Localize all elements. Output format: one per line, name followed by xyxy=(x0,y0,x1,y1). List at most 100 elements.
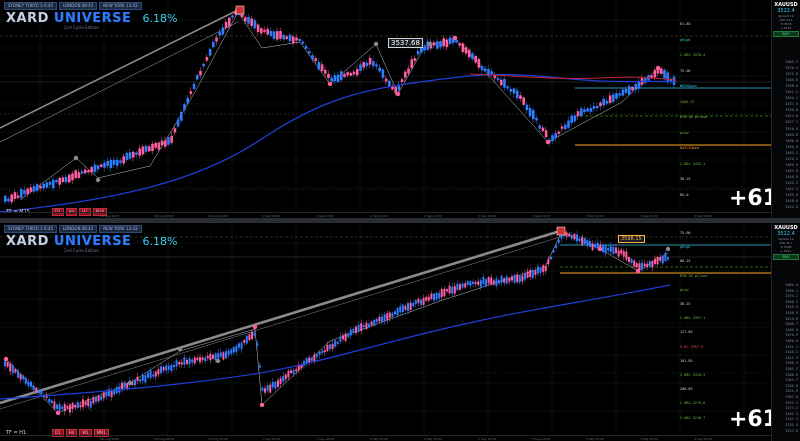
candle xyxy=(157,142,161,150)
time-tick: 3 Sep 20:00 xyxy=(640,437,659,441)
candle xyxy=(93,164,97,172)
chart-pane-m15[interactable]: SYDNEY TOKYO 1-0:45 LONDON 08:43 NEW YOR… xyxy=(0,0,800,218)
price-tick: 3435.6 xyxy=(785,193,798,198)
candle xyxy=(138,148,141,156)
brand-header: XARD UNIVERSE 6.18% 2nd Cycle Edition xyxy=(6,7,177,30)
candle xyxy=(76,401,79,408)
candle xyxy=(576,111,580,117)
candle xyxy=(458,43,461,46)
candle xyxy=(248,334,251,341)
candle xyxy=(321,350,324,354)
candle xyxy=(26,188,29,195)
candle xyxy=(77,172,81,179)
chart-pane-h1[interactable]: SYDNEY TOKYO 1-0:45 LONDON 08:43 NEW YOR… xyxy=(0,223,800,441)
candle xyxy=(178,362,181,365)
candle xyxy=(451,286,454,294)
candle xyxy=(230,349,233,354)
level-tag: 61.85 xyxy=(680,22,691,26)
candle xyxy=(186,97,189,104)
price-tick: 3426.2 xyxy=(785,350,798,355)
candle xyxy=(176,119,180,127)
candle xyxy=(413,58,417,61)
candle xyxy=(570,235,573,239)
candle xyxy=(266,385,269,392)
price-chart-h1[interactable] xyxy=(0,223,772,441)
candle xyxy=(461,283,464,288)
candle xyxy=(301,41,305,44)
candle xyxy=(141,375,144,381)
price-tick: 3476.4 xyxy=(785,156,798,161)
candle xyxy=(407,303,409,311)
candle xyxy=(279,31,282,39)
candle xyxy=(167,365,170,370)
brand-percent: 6.18% xyxy=(142,12,178,25)
price-tick: 3456.0 xyxy=(785,339,798,343)
candle xyxy=(455,40,458,43)
price-tick: 3366.6 xyxy=(785,372,798,377)
price-tick: 3428.8 xyxy=(785,199,798,204)
signal-chip[interactable]: BUY xyxy=(773,254,799,260)
price-tick: 3530.8 xyxy=(785,108,798,113)
price-axis[interactable]: 3605.0 3590.1 3575.2 3560.3 3545.4 3530.5 3515… xyxy=(771,223,800,441)
swing-point xyxy=(215,358,221,364)
swing-point xyxy=(327,81,333,87)
candle xyxy=(646,263,649,268)
candle xyxy=(612,94,615,102)
candle xyxy=(160,140,164,146)
candle xyxy=(386,313,389,320)
candle xyxy=(347,333,350,337)
candle xyxy=(414,300,417,305)
candle xyxy=(311,55,314,60)
price-tick: 3510.4 xyxy=(785,126,798,131)
price-tick: 3571.6 xyxy=(785,72,798,77)
candle xyxy=(136,376,139,382)
price-tick: 3456.0 xyxy=(785,174,798,179)
candle xyxy=(282,34,285,40)
candle xyxy=(79,404,82,408)
brand-logo: XARD UNIVERSE xyxy=(6,11,132,26)
candle xyxy=(122,156,125,164)
candle xyxy=(343,73,346,77)
brand-header: XARD UNIVERSE 6.18% 2nd Cycle Edition xyxy=(6,230,177,253)
candle xyxy=(339,336,342,342)
level-tag: WEEKOpen xyxy=(680,84,697,88)
candle xyxy=(498,280,500,284)
candle xyxy=(615,247,617,253)
candle xyxy=(656,70,660,74)
candle xyxy=(480,66,484,71)
candle xyxy=(333,75,337,82)
candle xyxy=(391,86,394,90)
candle xyxy=(344,333,347,341)
price-axis[interactable]: 3585.2 3578.4 3571.6 3564.8 3558.0 3551.2 3544… xyxy=(771,0,800,218)
level-tag: 88.25 xyxy=(680,259,691,264)
info-line: L 3479 xyxy=(780,26,792,30)
candle xyxy=(583,238,586,244)
signal-chip[interactable]: BUY xyxy=(773,31,799,37)
candle xyxy=(404,71,407,78)
candle xyxy=(170,364,173,372)
price-tick: 3585.2 xyxy=(785,60,798,64)
level-tag: 127.85 xyxy=(680,330,693,335)
candle xyxy=(433,293,435,301)
candle xyxy=(362,324,365,328)
brand-percent: 6.18% xyxy=(142,235,178,248)
candle xyxy=(430,293,433,300)
candle xyxy=(90,166,93,173)
candle xyxy=(189,91,193,95)
candle xyxy=(39,185,42,189)
candle xyxy=(6,362,9,367)
candle xyxy=(625,251,628,260)
candle xyxy=(552,249,555,253)
candle xyxy=(573,233,576,240)
candle xyxy=(359,64,362,71)
candle xyxy=(591,243,594,250)
price-chart-m15[interactable] xyxy=(0,0,772,218)
level-tag: 2.88% 3578.4 xyxy=(680,53,706,57)
candle xyxy=(505,276,508,284)
candle xyxy=(609,245,612,252)
price-tick: 3262.3 xyxy=(785,411,798,416)
candle xyxy=(276,31,279,40)
level-tag: 2.88% 3318.4 xyxy=(680,373,706,377)
candle xyxy=(84,401,87,406)
candle xyxy=(485,279,487,287)
